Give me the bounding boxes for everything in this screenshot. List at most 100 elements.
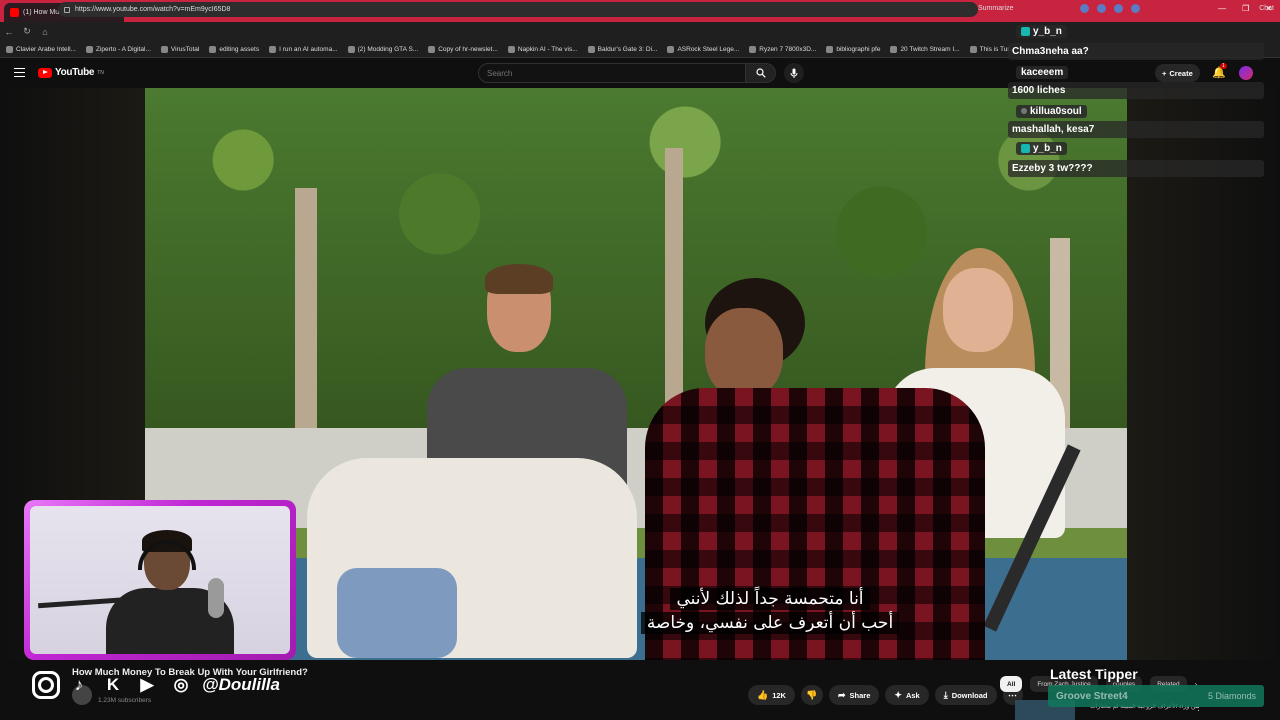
kick-icon: K: [106, 675, 120, 694]
country-code: TN: [97, 69, 104, 76]
tipper-name: Groove Street4: [1056, 690, 1128, 702]
chat-username: killua0soul: [1016, 104, 1087, 118]
bookmark-label: Baldur's Gate 3: Di...: [597, 45, 658, 53]
like-button[interactable]: 👍 12K: [748, 685, 795, 705]
menu-icon[interactable]: [14, 68, 25, 77]
dislike-button[interactable]: 👎: [800, 685, 823, 705]
youtube-icon: ▶: [140, 675, 154, 694]
chat-text: Ezzeby 3 tw????: [1008, 160, 1264, 177]
bookmark-label: Clavier Arabe Intell...: [16, 45, 76, 53]
extension-icon[interactable]: [1097, 4, 1106, 13]
bookmark-item[interactable]: Clavier Arabe Intell...: [6, 45, 76, 53]
social-handle: @Doulilla: [202, 675, 280, 694]
x-icon: ◎: [173, 675, 189, 694]
bookmark-item[interactable]: 20 Twitch Stream I...: [890, 45, 960, 53]
bookmark-item[interactable]: VirusTotal: [160, 45, 200, 53]
share-icon: ➦: [837, 689, 846, 700]
microphone-icon: [790, 68, 798, 78]
search-input[interactable]: [487, 68, 745, 78]
video-subtitles: أنا متحمسة جداً لذلك لأنني أحب أن أتعرف …: [620, 588, 920, 636]
download-button[interactable]: ⤓ Download: [934, 685, 997, 705]
reload-icon[interactable]: ↻: [18, 26, 36, 37]
bookmark-label: ASRock Steel Lege...: [677, 45, 740, 53]
back-arrow-icon[interactable]: ←: [0, 27, 18, 37]
bookmark-favicon-icon: [269, 45, 277, 53]
bookmark-label: 20 Twitch Stream I...: [900, 45, 960, 53]
url-field[interactable]: https://www.youtube.com/watch?v=mEm9ycI6…: [58, 2, 978, 17]
youtube-play-icon: [38, 67, 52, 78]
site-info-icon[interactable]: [64, 6, 70, 13]
subscriber-badge-icon: [1021, 27, 1030, 36]
latest-tipper-box: Groove Street4 5 Diamonds: [1048, 685, 1264, 707]
bookmark-label: Ziperto - A Digital...: [95, 45, 151, 53]
extension-icon[interactable]: [1131, 4, 1140, 13]
ask-button[interactable]: ✦ Ask: [885, 685, 929, 705]
bookmark-item[interactable]: editing assets: [209, 45, 260, 53]
thumbs-up-icon: 👍: [757, 689, 769, 700]
youtube-favicon-icon: [10, 8, 19, 17]
download-icon: ⤓: [943, 689, 948, 700]
social-overlay: ♪ K ▶ ◎ @Doulilla: [32, 670, 280, 700]
bookmark-favicon-icon: [826, 45, 834, 53]
user-badge-icon: [1021, 108, 1027, 114]
chat-message: y_b_n Ezzeby 3 tw????: [1008, 140, 1264, 177]
chat-message: kaceeem 1600 liches: [1008, 62, 1264, 99]
bookmark-favicon-icon: [667, 45, 675, 53]
bookmark-favicon-icon: [428, 45, 436, 53]
subscriber-badge-icon: [1021, 144, 1030, 153]
maximize-button[interactable]: ❐: [1242, 4, 1249, 13]
instagram-icon: [32, 671, 60, 699]
bookmark-label: Copy of hr-newslet...: [438, 45, 498, 53]
man-figure: [307, 264, 637, 660]
bookmark-favicon-icon: [969, 45, 977, 53]
bookmark-favicon-icon: [209, 45, 217, 53]
bookmark-label: I run an AI automa...: [279, 45, 338, 53]
share-button[interactable]: ➦ Share: [828, 685, 880, 705]
url-text: https://www.youtube.com/watch?v=mEm9ycI6…: [75, 6, 231, 13]
chat-text: Chma3neha aa?: [1008, 43, 1264, 60]
bookmark-favicon-icon: [890, 45, 898, 53]
bookmark-item[interactable]: I run an AI automa...: [269, 45, 338, 53]
minimize-button[interactable]: —: [1218, 4, 1226, 13]
chat-text: 1600 liches: [1008, 82, 1264, 99]
bookmark-label: Ryzen 7 7800x3D...: [759, 45, 817, 53]
bookmark-item[interactable]: ASRock Steel Lege...: [667, 45, 740, 53]
bookmark-item[interactable]: (2) Modding GTA S...: [347, 45, 418, 53]
tiktok-icon: ♪: [74, 675, 84, 694]
bookmark-label: editing assets: [219, 45, 260, 53]
subtitle-line-2: أحب أن أتعرف على نفسي، وخاصة: [640, 612, 900, 634]
chat-username: kaceeem: [1016, 66, 1069, 79]
bookmark-favicon-icon: [85, 45, 93, 53]
home-icon[interactable]: ⌂: [36, 27, 54, 37]
bookmark-favicon-icon: [160, 45, 168, 53]
browser-chat-button[interactable]: Chat: [1259, 5, 1274, 12]
sparkle-icon: ✦: [894, 689, 902, 700]
bookmark-item[interactable]: Copy of hr-newslet...: [428, 45, 498, 53]
extension-icon[interactable]: [1080, 4, 1089, 13]
bookmark-item[interactable]: Ziperto - A Digital...: [85, 45, 151, 53]
bookmark-favicon-icon: [6, 45, 13, 53]
youtube-logo[interactable]: YouTube TN: [38, 67, 104, 78]
bookmark-favicon-icon: [507, 45, 515, 53]
video-actions: 👍 12K 👎 ➦ Share ✦ Ask ⤓ Download ⋯: [748, 685, 1023, 705]
bookmark-item[interactable]: bibliographi pfe: [826, 45, 881, 53]
bookmark-favicon-icon: [347, 45, 355, 53]
search-button[interactable]: [746, 63, 776, 83]
download-label: Download: [951, 690, 988, 700]
bookmark-item[interactable]: Napkin AI - The vis...: [507, 45, 578, 53]
share-label: Share: [849, 690, 871, 700]
stream-chat-overlay: y_b_n Chma3neha aa? kaceeem 1600 liches …: [1008, 23, 1264, 179]
bookmark-label: bibliographi pfe: [836, 45, 881, 53]
microphone-icon: [208, 578, 224, 618]
search-icon: [755, 68, 766, 78]
summarize-extension-button[interactable]: Summarize: [978, 5, 1013, 12]
chip-all[interactable]: All: [1000, 676, 1023, 692]
extension-icon[interactable]: [1114, 4, 1123, 13]
tree-trunk: [295, 188, 317, 428]
thumbs-down-icon: 👎: [806, 689, 818, 700]
voice-search-button[interactable]: [784, 63, 804, 83]
bookmark-item[interactable]: Ryzen 7 7800x3D...: [749, 45, 817, 53]
chat-username: y_b_n: [1016, 25, 1067, 38]
bookmark-item[interactable]: Baldur's Gate 3: Di...: [587, 45, 658, 53]
bookmark-label: VirusTotal: [170, 45, 200, 53]
